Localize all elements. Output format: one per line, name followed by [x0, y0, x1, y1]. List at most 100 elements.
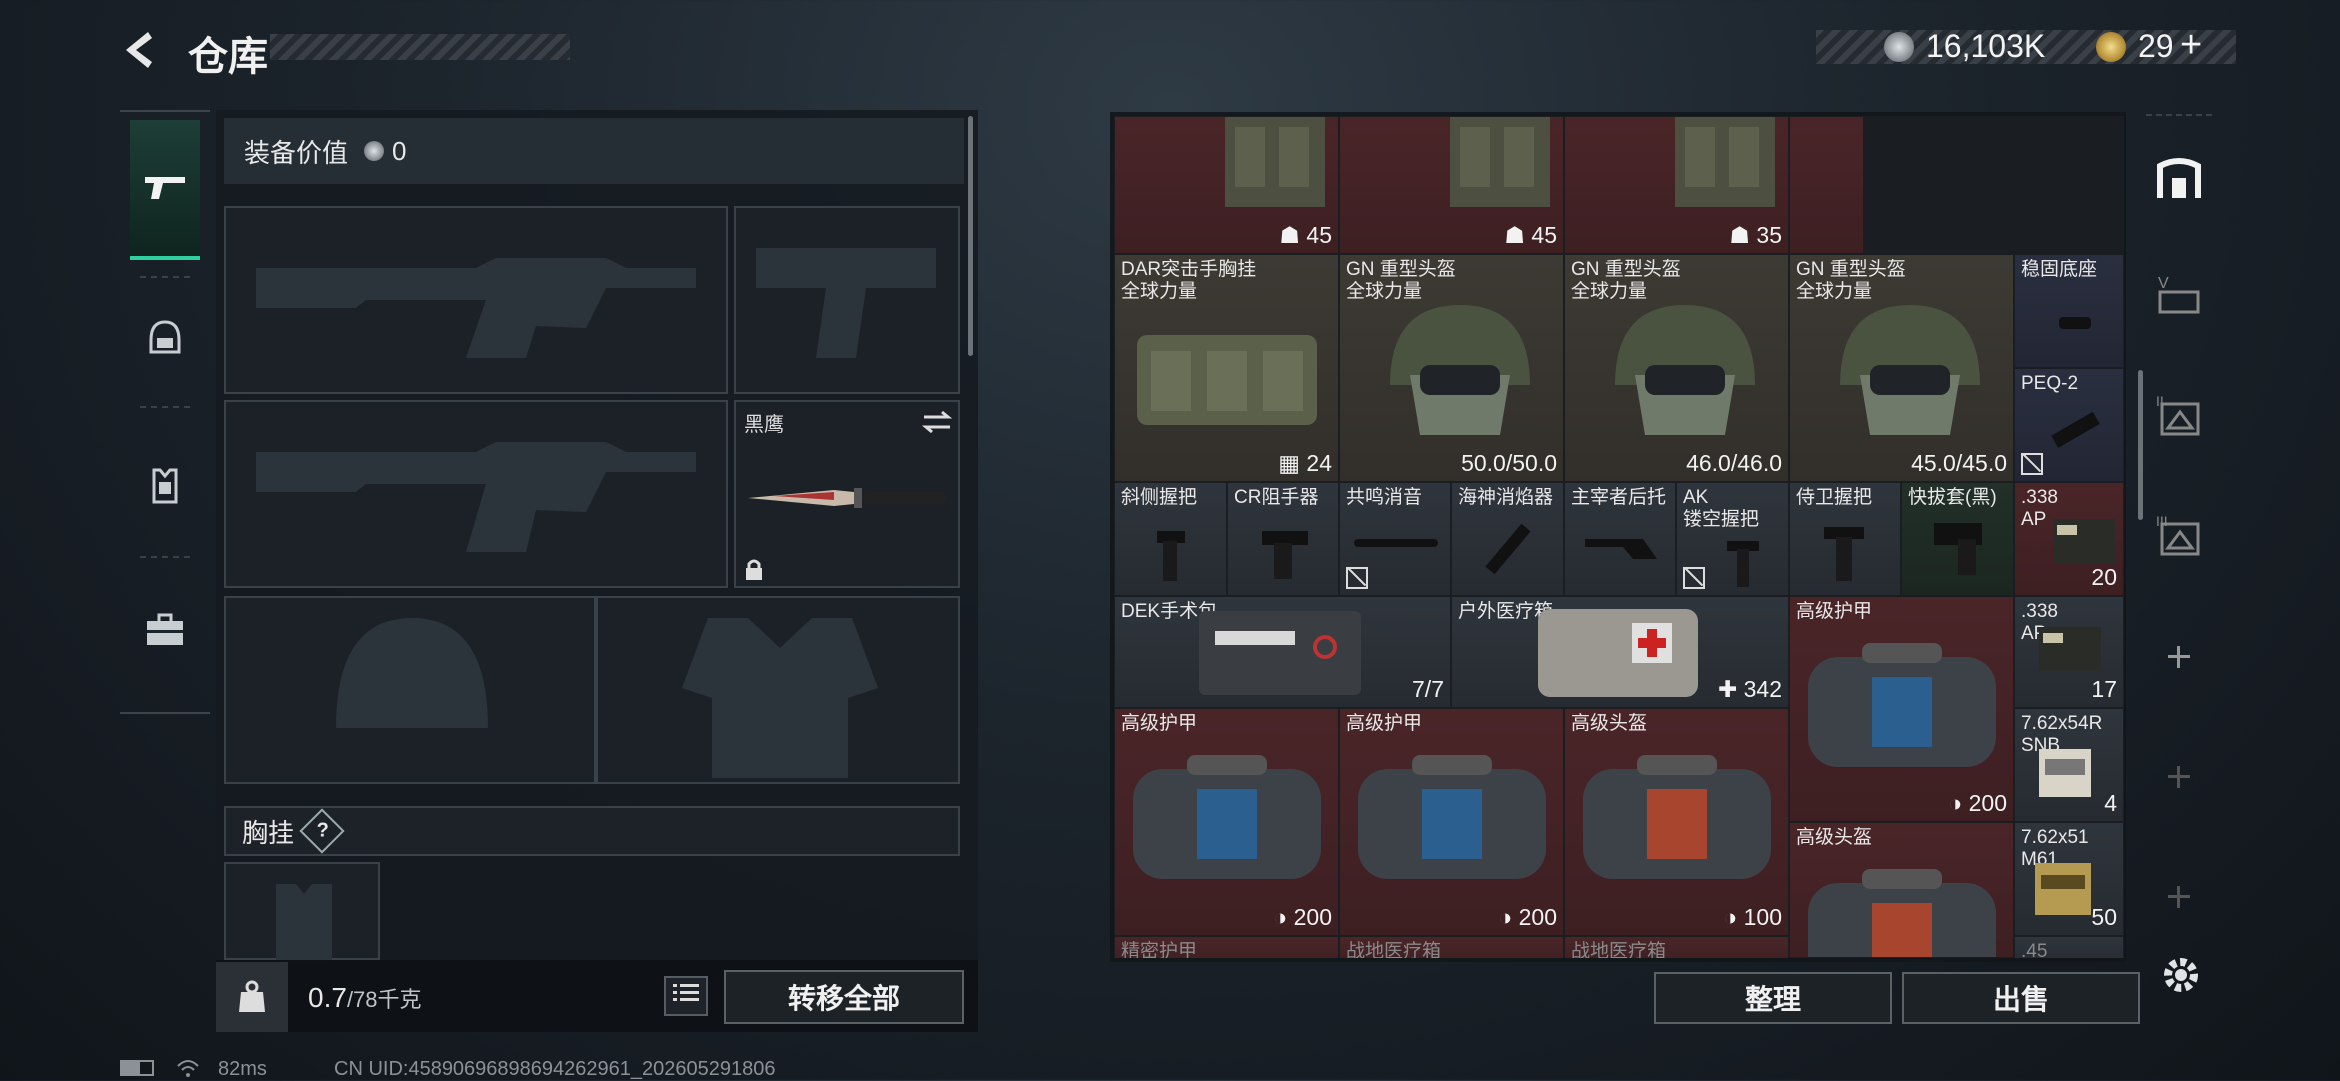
add-gold-button[interactable]: +: [2180, 24, 2202, 67]
armor-vest-icon: [152, 468, 178, 504]
stash-item[interactable]: 7.62x51 M61 50: [2014, 822, 2124, 936]
stash-item[interactable]: .45: [2014, 936, 2124, 958]
stash-item[interactable]: 高级护甲 ◑ 200: [1339, 708, 1564, 936]
chest-rig-header: 胸挂 ?: [224, 806, 960, 856]
stash-item[interactable]: 快拔套(黑): [1901, 482, 2014, 596]
storage-ii-icon[interactable]: II: [2154, 390, 2204, 440]
stash-item[interactable]: CR阻手器: [1227, 482, 1339, 596]
nav-divider: [140, 556, 190, 558]
stash-item[interactable]: 战地医疗箱: [1564, 936, 1789, 958]
stash-item[interactable]: 斜侧握把: [1114, 482, 1227, 596]
secondary-weapon-slot[interactable]: [224, 400, 728, 588]
list-icon: [673, 984, 699, 1001]
stash-item[interactable]: [1789, 116, 1864, 254]
stash-item[interactable]: 高级头盔: [1789, 822, 2014, 958]
stash-scrollbar[interactable]: [2138, 370, 2143, 520]
stash-item[interactable]: 主宰者后托: [1564, 482, 1676, 596]
stash-item[interactable]: 户外医疗箱 ✚ 342: [1451, 596, 1789, 708]
nav-armor[interactable]: [130, 416, 200, 556]
helmet-image: [1840, 305, 1980, 435]
gold-coin-icon: [2096, 32, 2126, 62]
add-storage-icon[interactable]: [2166, 884, 2192, 910]
nav-helmet[interactable]: [130, 268, 200, 408]
stash-item[interactable]: PEQ-2: [2014, 368, 2124, 482]
storage-v-icon[interactable]: V: [2154, 270, 2204, 320]
weight-icon: [239, 980, 265, 1012]
add-storage-icon[interactable]: [2166, 644, 2192, 670]
silver-coin-icon: [364, 141, 385, 161]
stash-item[interactable]: AK 镂空握把: [1676, 482, 1789, 596]
stash-item[interactable]: 共鸣消音: [1339, 482, 1451, 596]
stash-item[interactable]: 高级护甲 ◑ 200: [1789, 596, 2014, 822]
stash-item[interactable]: 侍卫握把: [1789, 482, 1901, 596]
ping-text: 82ms: [218, 1058, 267, 1080]
armor-slot[interactable]: [596, 596, 960, 784]
stat-value: 200: [1518, 904, 1557, 930]
storage-iii-icon[interactable]: III: [2154, 510, 2204, 560]
stash-item[interactable]: 战地医疗箱: [1339, 936, 1564, 958]
item-stat: ▦ 24: [1278, 450, 1332, 476]
muzzle-brake-image: [1262, 531, 1308, 579]
swap-icon[interactable]: [922, 410, 952, 434]
stat-value: 100: [1743, 904, 1782, 930]
stash-item[interactable]: GN 重型头盔 全球力量 50.0/50.0: [1339, 254, 1564, 482]
stash-item[interactable]: 高级头盔 ◑ 100: [1564, 708, 1789, 936]
stash-item[interactable]: ☗ 45: [1114, 116, 1339, 254]
knife-image: [748, 488, 946, 508]
stash-item[interactable]: .338 AP 17: [2014, 596, 2124, 708]
item-name: AK 镂空握把: [1683, 487, 1760, 530]
medkit-image: [1538, 609, 1698, 697]
list-view-button[interactable]: [664, 976, 708, 1016]
gear-icon[interactable]: [2160, 954, 2202, 996]
back-arrow-icon[interactable]: [118, 28, 162, 72]
holster-image: [1934, 523, 1982, 575]
helmet-image: [1390, 305, 1530, 435]
pistol-slot[interactable]: [734, 206, 960, 394]
loadout-scrollbar[interactable]: [968, 116, 973, 356]
melee-slot[interactable]: 黑鹰: [734, 400, 960, 588]
sell-button[interactable]: 出售: [1902, 972, 2140, 1024]
stash-item[interactable]: ☗ 45: [1339, 116, 1564, 254]
helmet-silhouette: [336, 618, 488, 728]
sort-button[interactable]: 整理: [1654, 972, 1892, 1024]
stash-item[interactable]: 稳固底座: [2014, 254, 2124, 368]
nav-backpack[interactable]: [130, 560, 200, 700]
stash-item[interactable]: 海神消焰器: [1451, 482, 1564, 596]
stash-item[interactable]: ☗ 35: [1564, 116, 1789, 254]
nav-weapons[interactable]: [130, 120, 200, 260]
stock-image: [1585, 539, 1657, 559]
transfer-all-button[interactable]: 转移全部: [724, 970, 964, 1024]
grip-image: [1157, 531, 1185, 581]
item-name: 高级头盔: [1796, 827, 1873, 848]
stash-item[interactable]: DAR突击手胸挂 全球力量 ▦ 24: [1114, 254, 1339, 482]
stash-item[interactable]: 精密护甲: [1114, 936, 1339, 958]
storage-main-icon[interactable]: [2154, 154, 2204, 204]
stash-item[interactable]: GN 重型头盔 全球力量 46.0/46.0: [1564, 254, 1789, 482]
item-name: 海神消焰器: [1458, 487, 1554, 508]
weight-max: /78千克: [346, 987, 422, 1012]
helmet-slot[interactable]: [224, 596, 596, 784]
item-name: 快拔套(黑): [1908, 487, 1997, 508]
pistol-icon: [145, 177, 185, 199]
weight-lock-button[interactable]: [216, 962, 288, 1032]
stat-value: 45: [1306, 222, 1332, 248]
help-mark: ?: [316, 819, 329, 842]
stash-item[interactable]: DEK手术包 7/7: [1114, 596, 1451, 708]
stash-item[interactable]: 高级护甲 ◑ 200: [1114, 708, 1339, 936]
briefcase-icon: [147, 613, 183, 645]
rifle-silhouette: [256, 258, 696, 358]
stash-item[interactable]: 7.62x54R SNB 4: [2014, 708, 2124, 822]
primary-weapon-slot[interactable]: [224, 206, 728, 394]
grip-image: [1727, 541, 1759, 587]
item-name: .45: [2021, 941, 2048, 958]
stash-item[interactable]: .338 AP 20: [2014, 482, 2124, 596]
help-icon[interactable]: ?: [299, 808, 345, 854]
uid-text: CN UID:4589069689869426​2961_20260529180…: [334, 1058, 776, 1080]
bipod-image: [2059, 317, 2091, 329]
add-storage-icon[interactable]: [2166, 764, 2192, 790]
chest-rig-slot[interactable]: [224, 862, 380, 962]
item-name: 战地医疗箱: [1571, 941, 1667, 958]
melee-name: 黑鹰: [744, 414, 784, 436]
stash-item[interactable]: GN 重型头盔 全球力量 45.0/45.0: [1789, 254, 2014, 482]
silver-amount: 16,103K: [1926, 28, 2046, 64]
